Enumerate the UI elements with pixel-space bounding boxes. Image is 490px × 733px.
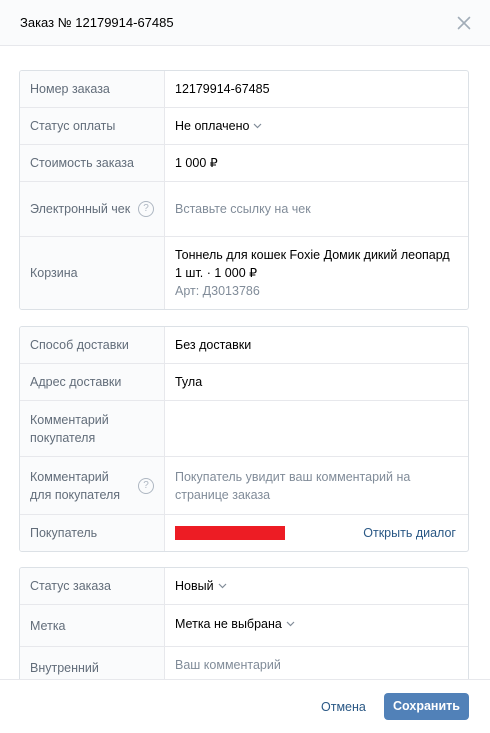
order-status-dropdown[interactable]: Новый bbox=[165, 568, 468, 604]
tag-row: Метка Метка не выбрана bbox=[20, 605, 468, 647]
delivery-method-label: Способ доставки bbox=[20, 327, 165, 363]
order-number-value: 12179914-67485 bbox=[175, 82, 270, 96]
order-status-value: Новый bbox=[175, 579, 214, 593]
comment-for-buyer-row: Комментарий для покупателя ? Покупатель … bbox=[20, 457, 468, 515]
modal-content[interactable]: Номер заказа 12179914-67485 Статус оплат… bbox=[0, 46, 490, 679]
buyer-row: Покупатель Открыть диалог bbox=[20, 515, 468, 551]
tag-value: Метка не выбрана bbox=[175, 617, 282, 631]
order-cost-label: Стоимость заказа bbox=[20, 145, 165, 181]
comment-for-buyer-input[interactable]: Покупатель увидит ваш комментарий на стр… bbox=[165, 457, 468, 514]
payment-status-label: Статус оплаты bbox=[20, 108, 165, 144]
buyer-label: Покупатель bbox=[20, 515, 165, 551]
help-icon[interactable]: ? bbox=[138, 477, 154, 494]
cart-contents: Тоннель для кошек Foxie Домик дикий леоп… bbox=[165, 237, 468, 309]
receipt-label: Электронный чек bbox=[30, 202, 131, 216]
tag-dropdown[interactable]: Метка не выбрана bbox=[165, 605, 468, 646]
order-info-card: Номер заказа 12179914-67485 Статус оплат… bbox=[19, 70, 469, 310]
order-status-label: Статус заказа bbox=[20, 568, 165, 604]
delivery-address-label: Адрес доставки bbox=[20, 364, 165, 400]
cancel-button[interactable]: Отмена bbox=[313, 694, 374, 720]
product-article: Арт: Д3013786 bbox=[175, 284, 260, 298]
buyer-comment-row: Комментарий покупателя bbox=[20, 401, 468, 457]
internal-comment-row: Внутренний Ваш комментарий bbox=[20, 647, 468, 679]
receipt-link-input[interactable]: Вставьте ссылку на чек bbox=[165, 182, 468, 236]
delivery-address-row: Адрес доставки Тула bbox=[20, 364, 468, 401]
delivery-method-row: Способ доставки Без доставки bbox=[20, 327, 468, 364]
tag-label: Метка bbox=[20, 605, 165, 646]
buyer-value-cell: Открыть диалог bbox=[165, 515, 468, 551]
chevron-down-icon bbox=[218, 583, 227, 589]
order-number-row: Номер заказа 12179914-67485 bbox=[20, 71, 468, 108]
order-cost-row: Стоимость заказа 1 000 ₽ bbox=[20, 145, 468, 182]
open-dialog-link[interactable]: Открыть диалог bbox=[363, 524, 456, 542]
cart-label: Корзина bbox=[20, 237, 165, 309]
redacted-buyer-name bbox=[175, 526, 285, 540]
delivery-card: Способ доставки Без доставки Адрес доста… bbox=[19, 326, 469, 552]
payment-status-value: Не оплачено bbox=[175, 119, 250, 133]
modal-footer: Отмена Сохранить bbox=[0, 679, 490, 733]
product-name: Тоннель для кошек Foxie Домик дикий леоп… bbox=[175, 248, 450, 262]
payment-status-row: Статус оплаты Не оплачено bbox=[20, 108, 468, 145]
delivery-method-value: Без доставки bbox=[175, 338, 252, 352]
comment-for-buyer-label-cell: Комментарий для покупателя ? bbox=[20, 457, 165, 514]
receipt-label-cell: Электронный чек ? bbox=[20, 182, 165, 236]
delivery-address-value: Тула bbox=[175, 375, 203, 389]
buyer-comment-label: Комментарий покупателя bbox=[20, 401, 165, 456]
chevron-down-icon bbox=[286, 621, 295, 627]
close-icon[interactable] bbox=[455, 14, 473, 32]
modal-header: Заказ № 12179914-67485 bbox=[0, 0, 490, 46]
cart-row: Корзина Тоннель для кошек Foxie Домик ди… bbox=[20, 237, 468, 309]
help-icon[interactable]: ? bbox=[138, 201, 154, 217]
receipt-row: Электронный чек ? Вставьте ссылку на чек bbox=[20, 182, 468, 237]
order-status-row: Статус заказа Новый bbox=[20, 568, 468, 605]
internal-comment-label: Внутренний bbox=[20, 647, 165, 679]
page-title: Заказ № 12179914-67485 bbox=[20, 15, 174, 30]
chevron-down-icon bbox=[254, 123, 262, 129]
save-button[interactable]: Сохранить bbox=[384, 693, 469, 720]
internal-comment-input[interactable]: Ваш комментарий bbox=[165, 647, 468, 679]
comment-for-buyer-label: Комментарий для покупателя bbox=[30, 469, 121, 502]
order-number-label: Номер заказа bbox=[20, 71, 165, 107]
payment-status-dropdown[interactable]: Не оплачено bbox=[165, 108, 468, 144]
product-quantity-price: 1 шт. · 1 000 ₽ bbox=[175, 266, 258, 280]
buyer-comment-value bbox=[165, 401, 468, 456]
order-cost-value: 1 000 ₽ bbox=[175, 156, 218, 170]
status-card: Статус заказа Новый Метка Метка не выбра… bbox=[19, 567, 469, 679]
